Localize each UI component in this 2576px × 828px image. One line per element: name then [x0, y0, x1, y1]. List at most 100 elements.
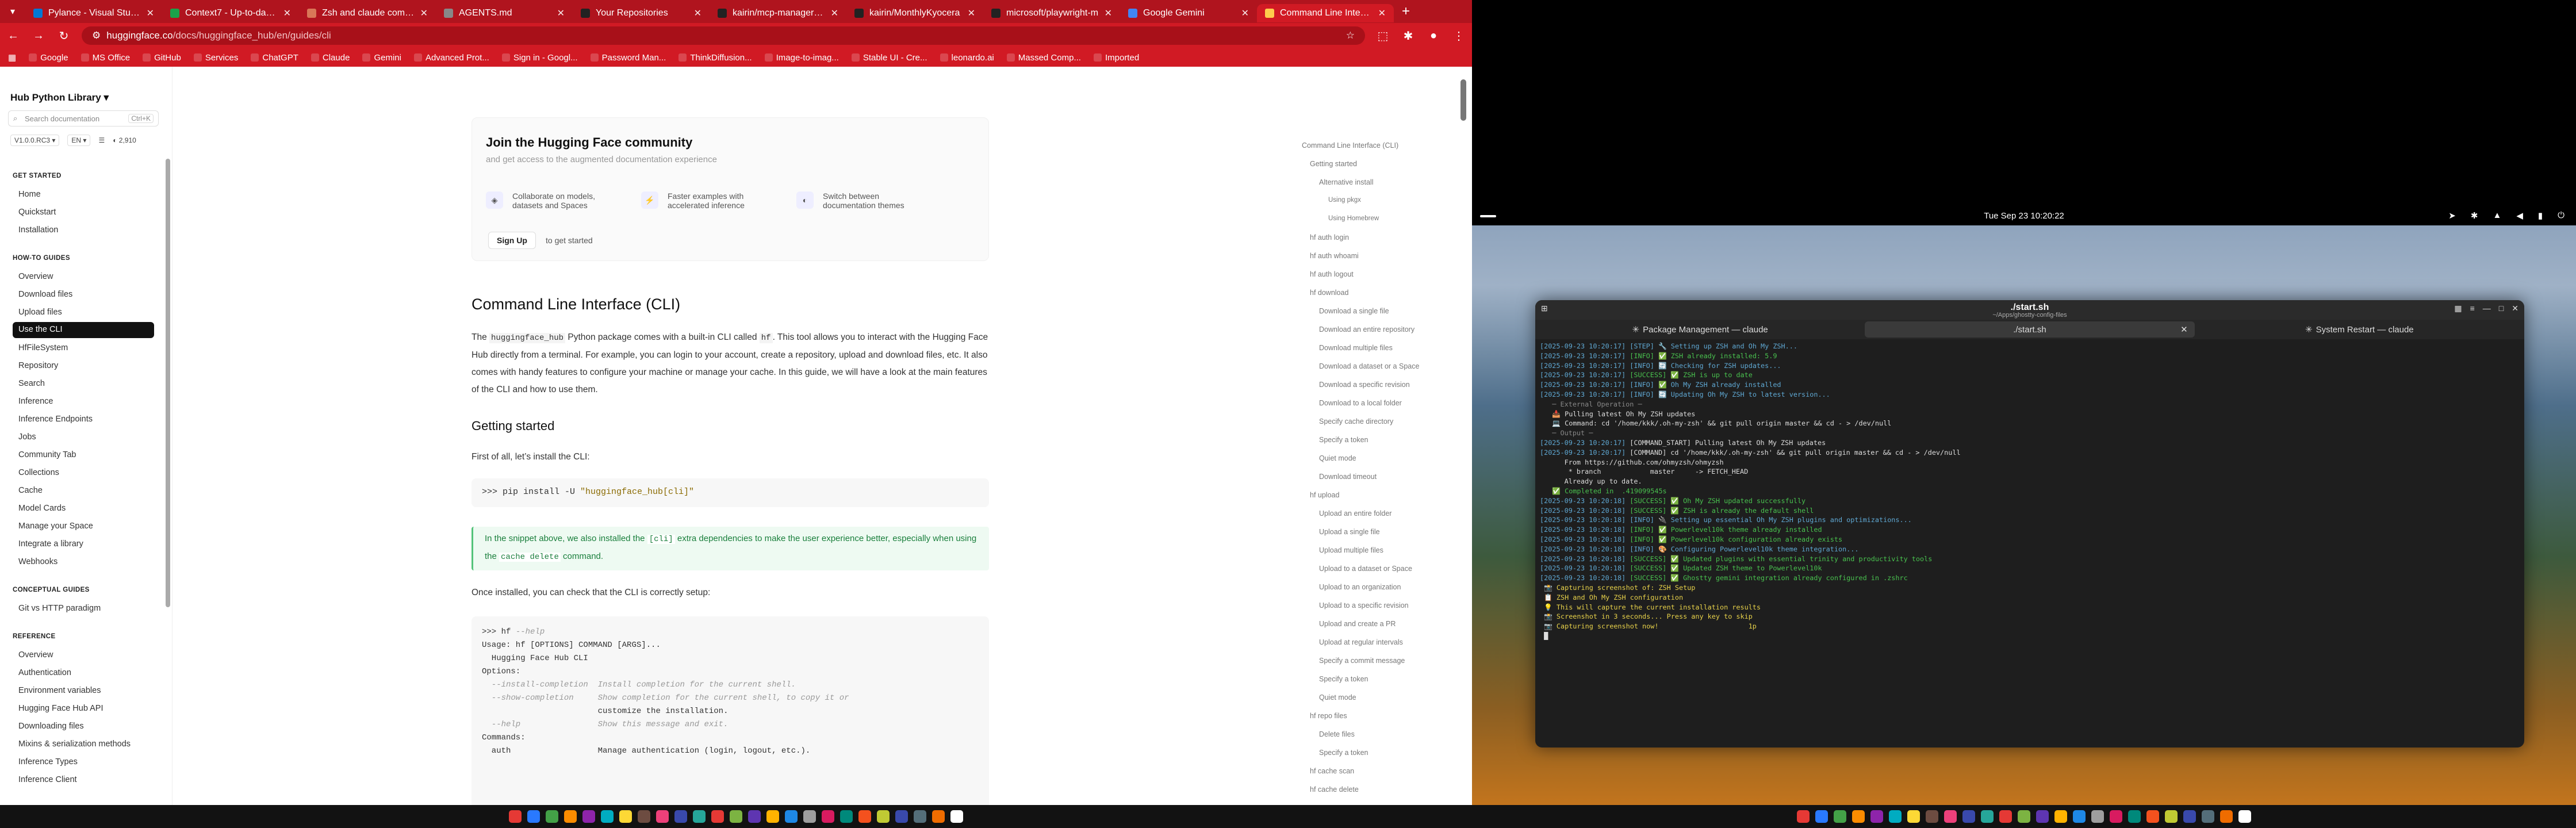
taskbar-app-icon[interactable]: [1870, 810, 1883, 823]
taskbar-app-icon[interactable]: [693, 810, 706, 823]
theme-toggle-icon[interactable]: ☰: [98, 136, 105, 144]
apps-grid-icon[interactable]: ▦: [8, 52, 16, 63]
sidebar-item[interactable]: Integrate a library: [18, 539, 83, 549]
toc-item[interactable]: Download a single file: [1319, 307, 1389, 315]
taskbar-app-icon[interactable]: [1999, 810, 2012, 823]
toc-item[interactable]: hf download: [1310, 289, 1348, 297]
sidebar-item[interactable]: Overview: [18, 272, 53, 281]
browser-tab[interactable]: Google Gemini ✕: [1120, 4, 1257, 22]
volume-icon[interactable]: ◀: [2516, 210, 2523, 221]
forward-icon[interactable]: →: [31, 29, 46, 43]
browser-tab[interactable]: kairin/mcp-manager: Mi ✕: [710, 4, 846, 22]
sidebar-scrollbar[interactable]: [166, 159, 170, 607]
taskbar-app-icon[interactable]: [803, 810, 816, 823]
taskbar-app-icon[interactable]: [748, 810, 761, 823]
toc-item[interactable]: Download a dataset or a Space: [1319, 362, 1419, 370]
minimize-icon[interactable]: —: [2483, 304, 2491, 313]
taskbar-app-icon[interactable]: [785, 810, 798, 823]
taskbar-app-icon[interactable]: [582, 810, 595, 823]
terminal-tab[interactable]: ./start.sh ✕: [1865, 321, 2195, 338]
toc-item[interactable]: Specify a token: [1319, 436, 1368, 444]
toc-item[interactable]: Command Line Interface (CLI): [1302, 141, 1398, 150]
sidebar-item[interactable]: Authentication: [18, 668, 71, 677]
taskbar-app-icon[interactable]: [877, 810, 890, 823]
taskbar-app-icon[interactable]: [895, 810, 908, 823]
close-icon[interactable]: ✕: [2512, 304, 2518, 313]
browser-tab[interactable]: Your Repositories ✕: [573, 4, 710, 22]
bookmark-item[interactable]: Services: [193, 53, 238, 63]
taskbar-app-icon[interactable]: [1944, 810, 1957, 823]
taskbar-app-icon[interactable]: [619, 810, 632, 823]
taskbar-app-icon[interactable]: [711, 810, 724, 823]
close-tab-icon[interactable]: ✕: [2180, 324, 2188, 335]
bookmark-item[interactable]: GitHub: [143, 53, 181, 63]
bookmark-item[interactable]: Imported: [1093, 53, 1139, 63]
toc-item[interactable]: Using Homebrew: [1328, 215, 1379, 222]
toc-item[interactable]: hf auth login: [1310, 233, 1349, 241]
puzzle-icon[interactable]: ✱: [1401, 29, 1416, 43]
toc-item[interactable]: Download multiple files: [1319, 344, 1393, 352]
taskbar-app-icon[interactable]: [1907, 810, 1920, 823]
sidebar-item[interactable]: Upload files: [18, 308, 62, 317]
sidebar-item[interactable]: Collections: [18, 468, 59, 477]
browser-tab[interactable]: kairin/MonthlyKyocera ✕: [846, 4, 983, 22]
sidebar-item[interactable]: Community Tab: [18, 450, 76, 459]
search-input[interactable]: ⌕ Search documentation Ctrl+K: [8, 110, 159, 126]
browser-tab[interactable]: Context7 - Up-to-date d ✕: [162, 4, 299, 22]
bookmark-item[interactable]: Massed Comp...: [1006, 53, 1081, 63]
toc-item[interactable]: Quiet mode: [1319, 693, 1356, 702]
clock[interactable]: Tue Sep 23 10:20:22: [1472, 211, 2576, 221]
extension-icon[interactable]: ⬚: [1375, 29, 1390, 43]
toc-item[interactable]: hf auth logout: [1310, 270, 1354, 278]
taskbar-app-icon[interactable]: [2202, 810, 2214, 823]
browser-tab[interactable]: Zsh and claude commo ✕: [299, 4, 436, 22]
bookmark-item[interactable]: Google: [29, 53, 68, 63]
sidebar-item[interactable]: Git vs HTTP paradigm: [18, 604, 101, 613]
taskbar-app-icon[interactable]: [914, 810, 926, 823]
toc-item[interactable]: Upload to a specific revision: [1319, 601, 1409, 610]
taskbar-app-icon[interactable]: [656, 810, 669, 823]
taskbar-app-icon[interactable]: [2220, 810, 2233, 823]
taskbar-app-icon[interactable]: [766, 810, 779, 823]
taskbar-app-icon[interactable]: [932, 810, 945, 823]
taskbar-app-icon[interactable]: [840, 810, 853, 823]
profile-icon[interactable]: ●: [1426, 29, 1441, 43]
toc-item[interactable]: Upload at regular intervals: [1319, 638, 1403, 646]
toc-item[interactable]: Download a specific revision: [1319, 381, 1410, 389]
battery-icon[interactable]: ▮: [2538, 210, 2543, 221]
toc-item[interactable]: Quiet mode: [1319, 454, 1356, 462]
close-tab-icon[interactable]: ✕: [420, 7, 428, 19]
sidebar-item[interactable]: Mixins & serialization methods: [18, 739, 131, 749]
bookmark-item[interactable]: Advanced Prot...: [413, 53, 489, 63]
taskbar-app-icon[interactable]: [674, 810, 687, 823]
taskbar-app-icon[interactable]: [1852, 810, 1865, 823]
tab-search-icon[interactable]: ▾: [0, 6, 25, 17]
page-scrollbar[interactable]: [1460, 79, 1466, 121]
bookmark-item[interactable]: Stable UI - Cre...: [851, 53, 927, 63]
bluetooth-icon[interactable]: ✱: [2471, 210, 2478, 221]
taskbar-app-icon[interactable]: [527, 810, 540, 823]
taskbar-app-icon[interactable]: [2091, 810, 2104, 823]
taskbar-app-icon[interactable]: [822, 810, 834, 823]
share-icon[interactable]: ➤: [2448, 210, 2456, 221]
taskbar-app-icon[interactable]: [1797, 810, 1810, 823]
close-tab-icon[interactable]: ✕: [1241, 7, 1249, 19]
taskbar-app-icon[interactable]: [2165, 810, 2178, 823]
toc-item[interactable]: hf auth whoami: [1310, 252, 1359, 260]
sidebar-item[interactable]: HfFileSystem: [18, 343, 68, 352]
toc-item[interactable]: hf repo files: [1310, 712, 1347, 720]
sidebar-item[interactable]: Inference: [18, 397, 53, 406]
close-tab-icon[interactable]: ✕: [283, 7, 291, 19]
toc-item[interactable]: Upload to a dataset or Space: [1319, 565, 1412, 573]
bookmark-star-icon[interactable]: ☆: [1346, 30, 1355, 41]
taskbar-app-icon[interactable]: [2036, 810, 2049, 823]
sidebar-item[interactable]: Jobs: [18, 432, 36, 442]
signup-button[interactable]: Sign Up: [488, 232, 536, 249]
toc-item[interactable]: Specify a token: [1319, 749, 1368, 757]
reload-icon[interactable]: ↻: [56, 29, 71, 43]
taskbar-app-icon[interactable]: [2018, 810, 2030, 823]
bookmark-item[interactable]: Password Man...: [590, 53, 666, 63]
menu-icon[interactable]: ⋮: [1451, 29, 1466, 43]
install-code-block[interactable]: >>> pip install -U "huggingface_hub[cli]…: [471, 478, 989, 507]
toc-item[interactable]: Alternative install: [1319, 178, 1374, 186]
